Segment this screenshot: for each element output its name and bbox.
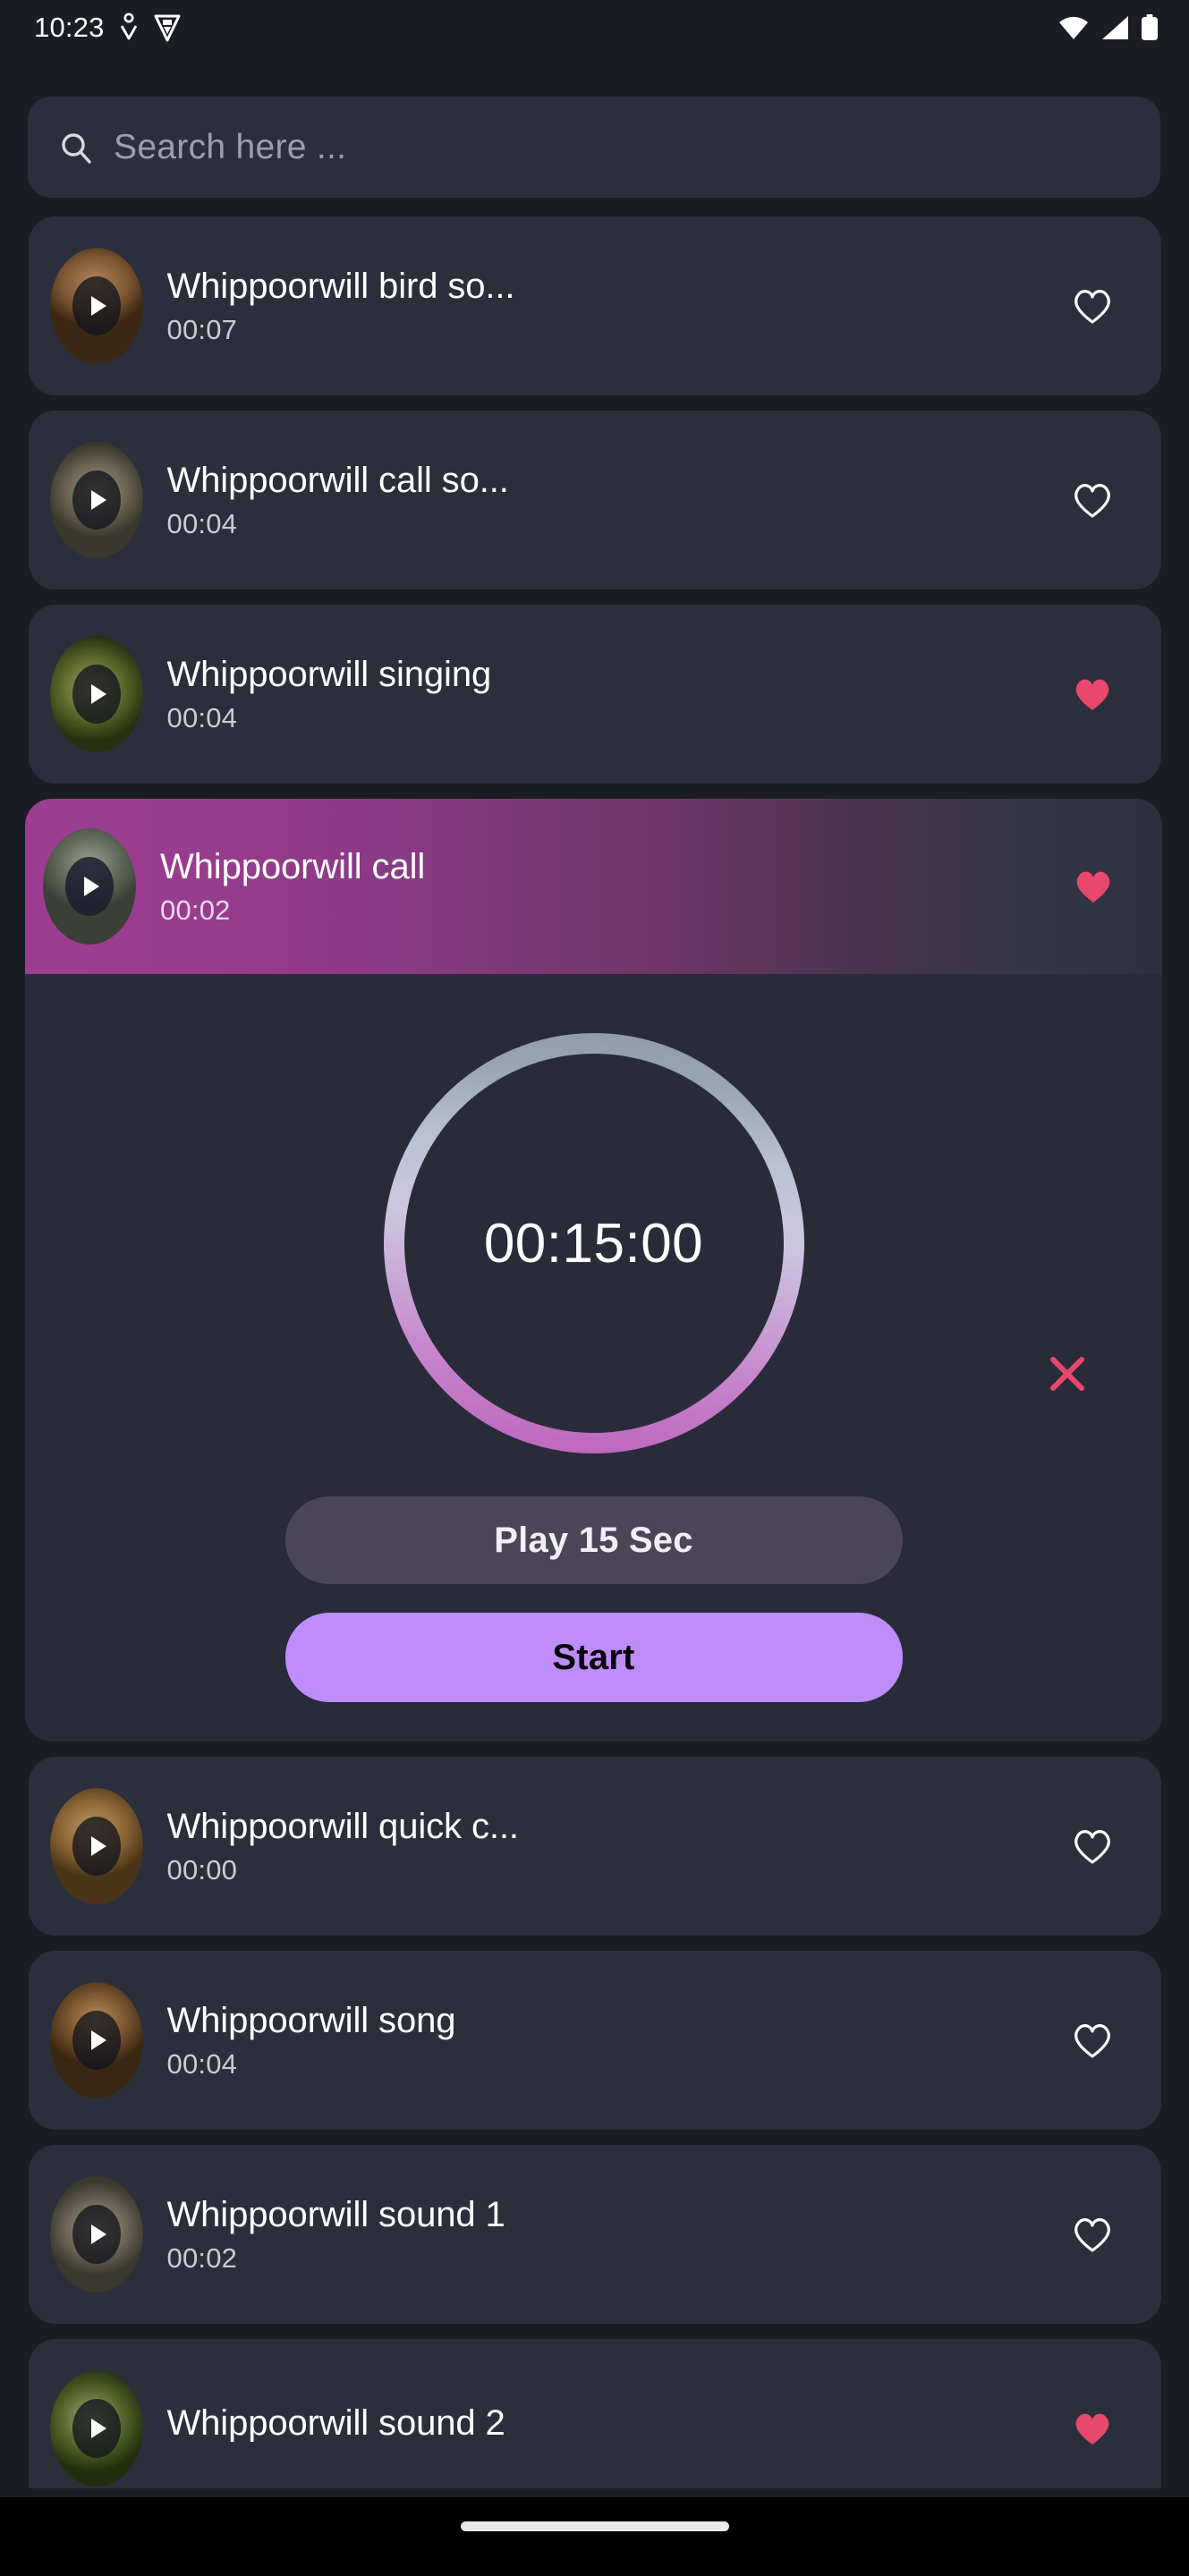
- start-timer-button[interactable]: Start: [285, 1613, 903, 1702]
- sound-thumbnail[interactable]: [49, 248, 143, 364]
- list-item[interactable]: Whippoorwill call so... 00:04: [28, 411, 1161, 589]
- heart-filled-icon: [1076, 871, 1110, 902]
- favorite-button[interactable]: [1057, 2199, 1127, 2269]
- play-icon[interactable]: [72, 276, 121, 335]
- status-bar: 10:23: [0, 0, 1189, 55]
- heart-filled-icon: [1075, 679, 1108, 710]
- sleep-timer-panel: 00:15:00 Play 15 Sec Start: [25, 974, 1162, 1741]
- play-icon[interactable]: [72, 470, 121, 530]
- heart-outline-icon: [1074, 484, 1110, 518]
- sound-thumbnail[interactable]: [49, 1982, 143, 2098]
- sound-title: Whippoorwill sound 1: [166, 2197, 505, 2234]
- play-icon[interactable]: [72, 1817, 121, 1876]
- list-item[interactable]: Whippoorwill bird so... 00:07: [28, 216, 1161, 395]
- sound-meta: Whippoorwill song 00:04: [167, 2003, 1047, 2078]
- favorite-button[interactable]: [1057, 1811, 1127, 1881]
- favorite-button[interactable]: [1058, 852, 1128, 921]
- sound-thumbnail[interactable]: [49, 2370, 143, 2487]
- heart-outline-icon: [1074, 2024, 1110, 2058]
- list-item[interactable]: Whippoorwill quick c... 00:00: [28, 1757, 1161, 1936]
- heart-filled-icon: [1075, 2413, 1108, 2445]
- sound-title: Whippoorwill sound 2: [166, 2404, 505, 2443]
- play-icon[interactable]: [72, 2399, 121, 2458]
- heart-outline-icon: [1074, 290, 1110, 324]
- close-icon: [1050, 1357, 1084, 1391]
- heart-outline-icon: [1074, 1830, 1110, 1864]
- sound-thumbnail[interactable]: [49, 636, 143, 752]
- shield-icon: [154, 14, 181, 42]
- sound-thumbnail[interactable]: [43, 828, 136, 945]
- search-icon: [62, 132, 91, 164]
- sound-duration: 00:02: [160, 894, 231, 926]
- system-navigation-bar: [0, 2497, 1189, 2576]
- sound-duration: 00:04: [166, 507, 238, 539]
- battery-icon: [1142, 14, 1158, 40]
- list-bottom-fade: [0, 2488, 1189, 2497]
- sound-duration: 00:04: [166, 2047, 238, 2080]
- sound-meta: Whippoorwill sound 1 00:02: [167, 2197, 1047, 2272]
- status-bar-left: 10:23: [34, 12, 182, 44]
- status-bar-right: [1058, 14, 1159, 41]
- timer-display: 00:15:00: [483, 1212, 704, 1275]
- sound-thumbnail[interactable]: [49, 2176, 143, 2292]
- sound-title: Whippoorwill quick c...: [166, 1809, 519, 1846]
- sound-meta: Whippoorwill call 00:02: [160, 849, 1048, 924]
- sound-meta: Whippoorwill quick c... 00:00: [167, 1809, 1047, 1884]
- sound-title: Whippoorwill bird so...: [166, 268, 515, 306]
- favorite-button[interactable]: [1057, 659, 1127, 729]
- list-item[interactable]: Whippoorwill singing 00:04: [28, 605, 1161, 784]
- favorite-button[interactable]: [1057, 2005, 1127, 2075]
- timer-dial-wrapper: 00:15:00: [25, 1006, 1162, 1480]
- search-bar[interactable]: Search here ...: [28, 97, 1160, 198]
- sound-duration: 00:07: [166, 313, 238, 345]
- sound-list: Whippoorwill bird so... 00:07 Whippoorwi…: [0, 216, 1189, 2533]
- favorite-button[interactable]: [1057, 2394, 1127, 2463]
- play-icon[interactable]: [72, 2205, 121, 2264]
- person-pin-icon: [120, 13, 137, 40]
- sound-title: Whippoorwill call so...: [166, 462, 509, 500]
- sound-title: Whippoorwill call: [160, 849, 426, 886]
- close-timer-button[interactable]: [1034, 1341, 1100, 1407]
- sound-thumbnail[interactable]: [49, 1788, 143, 1904]
- cellular-signal-icon: [1102, 16, 1128, 39]
- favorite-button[interactable]: [1057, 465, 1127, 535]
- sound-meta: Whippoorwill call so... 00:04: [167, 462, 1047, 538]
- app-screen: 10:23 Search here ... Whippoorwill bird …: [0, 0, 1189, 2576]
- play-icon[interactable]: [72, 665, 121, 724]
- sound-meta: Whippoorwill bird so... 00:07: [167, 268, 1047, 343]
- home-indicator[interactable]: [460, 2521, 729, 2531]
- list-item[interactable]: Whippoorwill sound 1 00:02: [28, 2145, 1161, 2324]
- play-15-sec-button[interactable]: Play 15 Sec: [285, 1496, 903, 1584]
- status-clock: 10:23: [34, 12, 105, 43]
- sound-title: Whippoorwill singing: [166, 657, 492, 694]
- sound-duration: 00:02: [166, 2241, 238, 2274]
- sound-meta: Whippoorwill sound 2: [167, 2405, 1047, 2453]
- favorite-button[interactable]: [1057, 271, 1127, 341]
- timer-dial[interactable]: 00:15:00: [383, 1033, 804, 1453]
- sound-meta: Whippoorwill singing 00:04: [167, 657, 1047, 732]
- sound-title: Whippoorwill song: [166, 2003, 456, 2040]
- heart-outline-icon: [1074, 2218, 1110, 2252]
- list-item[interactable]: Whippoorwill song 00:04: [28, 1951, 1161, 2130]
- play-icon[interactable]: [65, 857, 114, 916]
- sound-thumbnail[interactable]: [49, 442, 143, 558]
- list-item-active[interactable]: Whippoorwill call 00:02: [25, 799, 1162, 974]
- sound-duration: 00:00: [166, 1853, 238, 1885]
- sound-duration: 00:04: [166, 701, 238, 733]
- search-input[interactable]: Search here ...: [114, 128, 346, 167]
- wifi-icon: [1059, 16, 1088, 39]
- play-icon[interactable]: [72, 2011, 121, 2070]
